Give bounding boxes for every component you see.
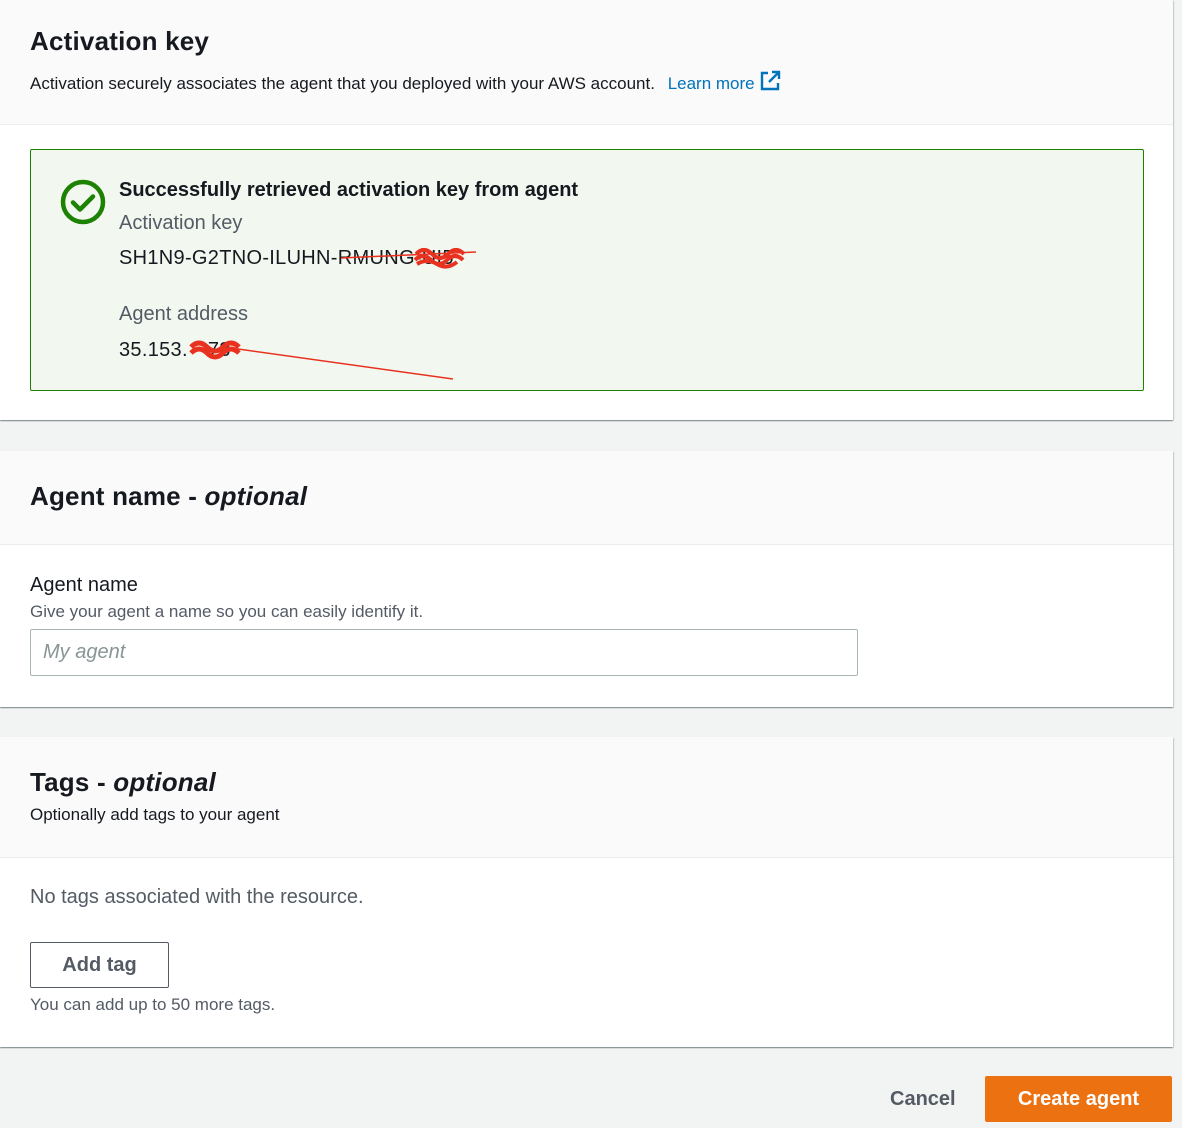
tags-header: Tags - optional Optionally add tags to y…: [0, 737, 1173, 858]
create-agent-button[interactable]: Create agent: [985, 1076, 1172, 1122]
tags-title-text: Tags -: [30, 767, 114, 797]
agent-name-title-text: Agent name -: [30, 481, 205, 511]
tags-description: Optionally add tags to your agent: [30, 805, 280, 824]
activation-key-header: Activation key Activation securely assoc…: [0, 0, 1173, 125]
activation-key-description: Activation securely associates the agent…: [30, 70, 781, 97]
agent-name-header: Agent name - optional: [0, 451, 1173, 545]
tags-optional: optional: [113, 767, 216, 797]
tags-title: Tags - optional: [30, 767, 216, 798]
learn-more-link[interactable]: Learn more: [667, 70, 781, 93]
agent-name-input[interactable]: [30, 629, 858, 676]
learn-more-label: Learn more: [667, 74, 755, 93]
external-link-icon: [759, 70, 781, 97]
redaction-marks: [189, 248, 477, 380]
activation-key-container: Activation key Activation securely assoc…: [0, 0, 1173, 420]
tag-limit-hint: You can add up to 50 more tags.: [30, 995, 276, 1014]
activation-key-title: Activation key: [30, 26, 210, 56]
activation-description-text: Activation securely associates the agent…: [30, 74, 655, 93]
success-alert: Successfully retrieved activation key fr…: [30, 149, 1144, 391]
no-tags-message: No tags associated with the resource.: [30, 886, 364, 908]
cancel-button[interactable]: Cancel: [880, 1082, 966, 1116]
tags-container: Tags - optional Optionally add tags to y…: [0, 737, 1173, 1047]
agent-name-container: Agent name - optional Agent name Give yo…: [0, 451, 1173, 707]
add-tag-button[interactable]: Add tag: [30, 942, 169, 988]
agent-name-field-description: Give your agent a name so you can easily…: [30, 602, 424, 621]
agent-name-field-label: Agent name: [30, 574, 138, 596]
agent-name-optional: optional: [204, 481, 308, 511]
agent-name-title: Agent name - optional: [30, 481, 307, 512]
